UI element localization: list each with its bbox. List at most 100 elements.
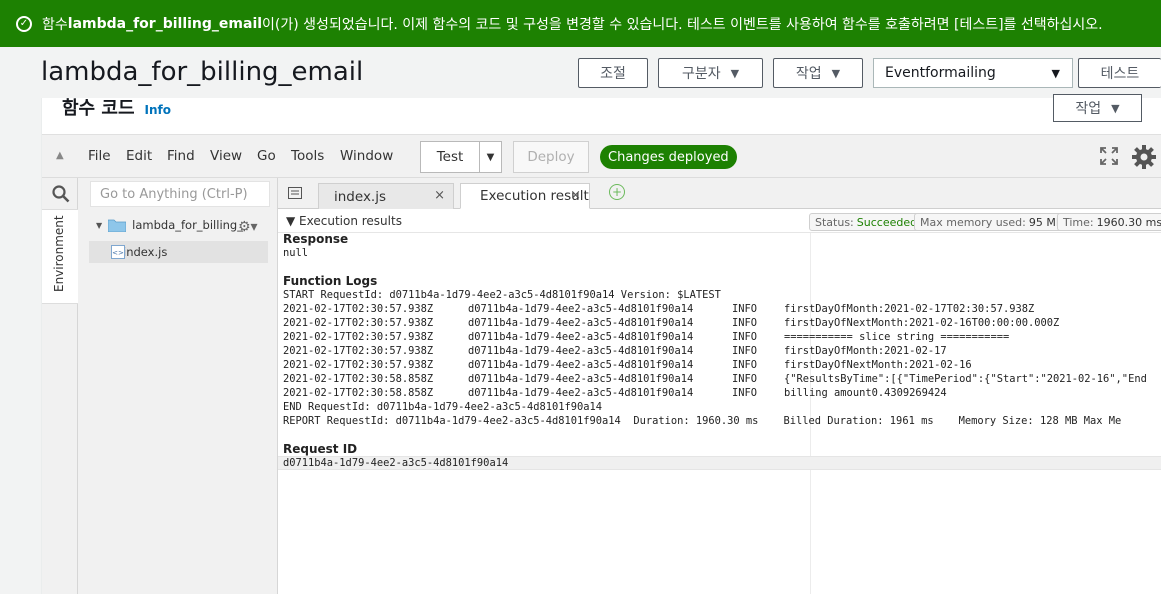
time-value: 1960.30 ms — [1096, 215, 1161, 229]
banner-message: 이(가) 생성되었습니다. 이제 함수의 코드 및 구성을 변경할 수 있습니다… — [262, 16, 1103, 33]
test-button[interactable]: 테스트 — [1078, 58, 1161, 88]
goto-placeholder: Go to Anything (Ctrl-P) — [100, 186, 248, 202]
log-field: 2021-02-17T02:30:58.858Z — [283, 373, 434, 385]
ide-left-rail: Environment — [42, 178, 78, 594]
log-field: 2021-02-17T02:30:57.938Z — [283, 303, 434, 315]
log-field: INFO — [732, 345, 758, 357]
menu-go[interactable]: Go — [257, 148, 276, 164]
log-field: d0711b4a-1d79-4ee2-a3c5-4d8101f90a14 — [468, 373, 694, 385]
add-tab-icon[interactable]: + — [609, 184, 625, 200]
banner-prefix: 함수 — [42, 16, 68, 33]
status-value: Succeeded — [856, 215, 918, 229]
file-name: index.js — [123, 245, 168, 259]
tree-folder-item[interactable]: ▼ lambda_for_billing_ — [96, 218, 243, 232]
log-field: INFO — [732, 373, 758, 385]
log-field: 2021-02-17T02:30:57.938Z — [283, 359, 434, 371]
collapse-caret-icon: ▼ — [286, 214, 300, 228]
goto-anything-input[interactable]: Go to Anything (Ctrl-P) — [90, 181, 270, 207]
time-label: Time: — [1063, 215, 1094, 229]
menu-edit[interactable]: Edit — [126, 148, 152, 164]
info-link[interactable]: Info — [145, 103, 171, 117]
tree-file-item[interactable]: <> index.js — [89, 241, 268, 263]
ide-test-button[interactable]: Test — [420, 141, 480, 173]
ide-test-dropdown[interactable]: ▼ — [479, 141, 502, 173]
function-logs-heading: Function Logs — [283, 274, 378, 288]
check-circle-icon: ✓ — [16, 15, 32, 32]
execution-results-toggle[interactable]: ▼ Execution results — [286, 214, 402, 228]
tab-index-js[interactable]: index.js × — [318, 183, 454, 209]
log-field: d0711b4a-1d79-4ee2-a3c5-4d8101f90a14 — [468, 331, 694, 343]
deploy-button[interactable]: Deploy — [513, 141, 589, 173]
log-field: firstDayOfMonth:2021-02-17T02:30:57.938Z — [784, 303, 1035, 315]
tab-list-icon[interactable] — [288, 187, 302, 199]
log-line: END RequestId: d0711b4a-1d79-4ee2-a3c5-4… — [283, 401, 603, 413]
code-actions-dropdown[interactable]: 작업 ▼ — [1053, 94, 1142, 122]
status-badge: Status: Succeeded — [809, 213, 924, 231]
log-field: d0711b4a-1d79-4ee2-a3c5-4d8101f90a14 — [468, 387, 694, 399]
qualifier-label: 구분자 — [681, 66, 721, 82]
execution-results-body: Response null Function Logs START Reques… — [278, 233, 1161, 594]
folder-icon — [108, 219, 127, 232]
editor-area: index.js × Execution result × + ▼ Execut… — [278, 178, 1161, 594]
caret-down-icon: ▼ — [730, 66, 740, 80]
deploy-label: Deploy — [527, 149, 575, 165]
qualifier-dropdown[interactable]: 구분자 ▼ — [658, 58, 763, 88]
search-icon[interactable] — [52, 185, 70, 203]
log-field: 2021-02-17T02:30:57.938Z — [283, 331, 434, 343]
expand-arrow-icon[interactable]: ▼ — [96, 221, 102, 230]
caret-down-icon: ▼ — [831, 66, 841, 80]
tree-settings-icon[interactable]: ⚙▾ — [238, 219, 258, 235]
ide-test-label: Test — [436, 149, 464, 165]
log-field: =========== slice string =========== — [784, 331, 1010, 343]
log-field: INFO — [732, 331, 758, 343]
test-button-label: 테스트 — [1100, 66, 1140, 82]
throttle-button[interactable]: 조절 — [578, 58, 648, 88]
gear-icon[interactable] — [1131, 144, 1157, 170]
throttle-button-label: 조절 — [600, 66, 626, 82]
close-icon[interactable]: × — [434, 188, 445, 203]
menu-tools[interactable]: Tools — [291, 148, 324, 164]
log-field: d0711b4a-1d79-4ee2-a3c5-4d8101f90a14 — [468, 303, 694, 315]
test-event-select[interactable]: Eventformailing ▼ — [873, 58, 1073, 88]
menu-find[interactable]: Find — [167, 148, 195, 164]
collapse-triangle-icon[interactable]: ▲ — [56, 150, 64, 161]
log-field: firstDayOfMonth:2021-02-17 — [784, 345, 947, 357]
folder-name: lambda_for_billing_ — [132, 218, 243, 232]
log-field: INFO — [732, 359, 758, 371]
status-label: Status: — [815, 215, 854, 229]
log-field: INFO — [732, 303, 758, 315]
log-field: 2021-02-17T02:30:58.858Z — [283, 387, 434, 399]
caret-down-icon: ▼ — [486, 151, 495, 163]
log-field: INFO — [732, 317, 758, 329]
log-field: firstDayOfNextMonth:2021-02-16T00:00:00.… — [784, 317, 1060, 329]
menu-file[interactable]: File — [88, 148, 111, 164]
log-field: 2021-02-17T02:30:57.938Z — [283, 317, 434, 329]
tab-strip: index.js × Execution result × + — [278, 178, 1161, 209]
environment-tab[interactable]: Environment — [42, 209, 78, 304]
log-field: firstDayOfNextMonth:2021-02-16 — [784, 359, 972, 371]
execution-results-label: Execution results — [299, 214, 402, 228]
ide-menubar: ▲ File Edit Find View Go Tools Window Te… — [42, 134, 1161, 178]
actions-dropdown[interactable]: 작업 ▼ — [773, 58, 863, 88]
log-field: {"ResultsByTime":[{"TimePeriod":{"Start"… — [784, 373, 1147, 385]
fullscreen-icon[interactable] — [1100, 147, 1118, 165]
log-line: REPORT RequestId: d0711b4a-1d79-4ee2-a3c… — [283, 415, 1122, 427]
log-field: d0711b4a-1d79-4ee2-a3c5-4d8101f90a14 — [468, 317, 694, 329]
page-header: lambda_for_billing_email 조절 구분자 ▼ 작업 ▼ Eve… — [0, 47, 1161, 98]
svg-text:<>: <> — [112, 249, 124, 257]
actions-label: 작업 — [795, 66, 822, 82]
tab-label: index.js — [334, 188, 387, 205]
menu-view[interactable]: View — [210, 148, 242, 164]
memory-label: Max memory used: — [920, 215, 1026, 229]
log-field: d0711b4a-1d79-4ee2-a3c5-4d8101f90a14 — [468, 359, 694, 371]
js-file-icon: <> — [111, 245, 125, 259]
tab-execution-result[interactable]: Execution result × — [460, 183, 590, 209]
banner-function-name: lambda_for_billing_email — [67, 15, 263, 32]
panel-title: 함수 코드 — [62, 98, 135, 119]
request-id-value[interactable]: d0711b4a-1d79-4ee2-a3c5-4d8101f90a14 — [283, 456, 508, 470]
close-icon[interactable]: × — [570, 188, 581, 203]
log-field: 2021-02-17T02:30:57.938Z — [283, 345, 434, 357]
memory-badge: Max memory used: 95 MB — [914, 213, 1070, 231]
success-banner: ✓ 함수 lambda_for_billing_email 이(가) 생성되었습니… — [0, 0, 1161, 47]
menu-window[interactable]: Window — [340, 148, 393, 164]
